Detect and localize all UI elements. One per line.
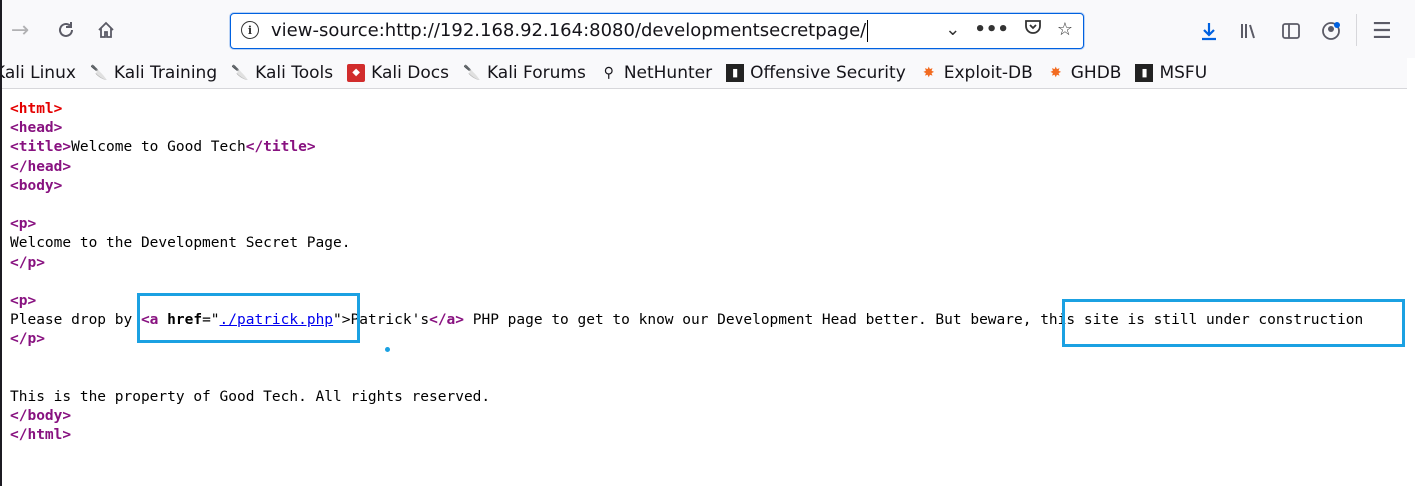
chevron-down-icon[interactable]: ⌄ — [945, 19, 960, 40]
bookmark-msfu[interactable]: ▮ MSFU — [1135, 63, 1207, 83]
url-bar[interactable]: i view-source:http://192.168.92.164:8080… — [230, 13, 1084, 49]
footer-text: This is the property of Good Tech. All r… — [10, 389, 491, 406]
kali-dragon-icon: 🔪 — [463, 65, 481, 81]
paragraph-welcome: Welcome to the Development Secret Page. — [10, 235, 351, 252]
bookmark-exploit-db[interactable]: ✸ Exploit-DB — [920, 63, 1033, 83]
title-text: Welcome to Good Tech — [71, 139, 246, 156]
page-source: <html> <head> <title>Welcome to Good Tec… — [10, 101, 1364, 444]
star-icon[interactable]: ☆ — [1057, 19, 1073, 40]
home-icon[interactable] — [90, 14, 122, 46]
reload-icon[interactable] — [50, 14, 82, 46]
annotation-dot — [385, 347, 390, 352]
kali-dragon-icon: 🔪 — [90, 65, 108, 81]
highlight-box-construction — [1062, 299, 1405, 347]
bookmark-kali-docs[interactable]: ◆ Kali Docs — [347, 63, 449, 83]
account-icon[interactable] — [1320, 16, 1342, 46]
kali-docs-icon: ◆ — [347, 64, 366, 82]
more-actions-icon[interactable]: ••• — [974, 19, 1009, 40]
pocket-icon[interactable] — [1023, 17, 1043, 42]
bookmark-nethunter[interactable]: ⚲ NetHunter — [600, 63, 712, 83]
highlight-box-link — [137, 293, 360, 343]
offsec-icon: ▮ — [726, 64, 745, 82]
bookmark-ghdb[interactable]: ✸ GHDB — [1047, 63, 1122, 83]
library-icon[interactable] — [1238, 16, 1260, 46]
info-icon[interactable]: i — [241, 21, 259, 39]
browser-window: → i view-source:http://192.168.92.164:80… — [2, 0, 1415, 486]
url-input[interactable]: view-source:http://192.168.92.164:8080/d… — [271, 20, 869, 42]
exploitdb-icon: ✸ — [922, 65, 935, 81]
nethunter-icon: ⚲ — [603, 65, 614, 81]
back-arrow-icon[interactable]: → — [4, 14, 36, 46]
download-icon[interactable] — [1198, 16, 1220, 46]
exploitdb-icon: ✸ — [1049, 65, 1062, 81]
kali-dragon-icon: 🔪 — [231, 65, 249, 81]
bookmarks-toolbar: Kali Linux 🔪 Kali Training 🔪 Kali Tools ◆ K… — [2, 58, 1407, 89]
sidebar-icon[interactable] — [1280, 16, 1302, 46]
bookmark-kali-linux[interactable]: Kali Linux — [2, 63, 76, 83]
bookmark-kali-forums[interactable]: 🔪 Kali Forums — [463, 63, 586, 83]
bookmark-kali-training[interactable]: 🔪 Kali Training — [90, 63, 217, 83]
bookmark-kali-tools[interactable]: 🔪 Kali Tools — [231, 63, 333, 83]
bookmark-offensive-security[interactable]: ▮ Offensive Security — [726, 63, 906, 83]
navigation-toolbar: → i view-source:http://192.168.92.164:80… — [2, 0, 1415, 58]
hamburger-menu-icon[interactable]: ☰ — [1372, 16, 1392, 46]
offsec-icon: ▮ — [1135, 64, 1154, 82]
